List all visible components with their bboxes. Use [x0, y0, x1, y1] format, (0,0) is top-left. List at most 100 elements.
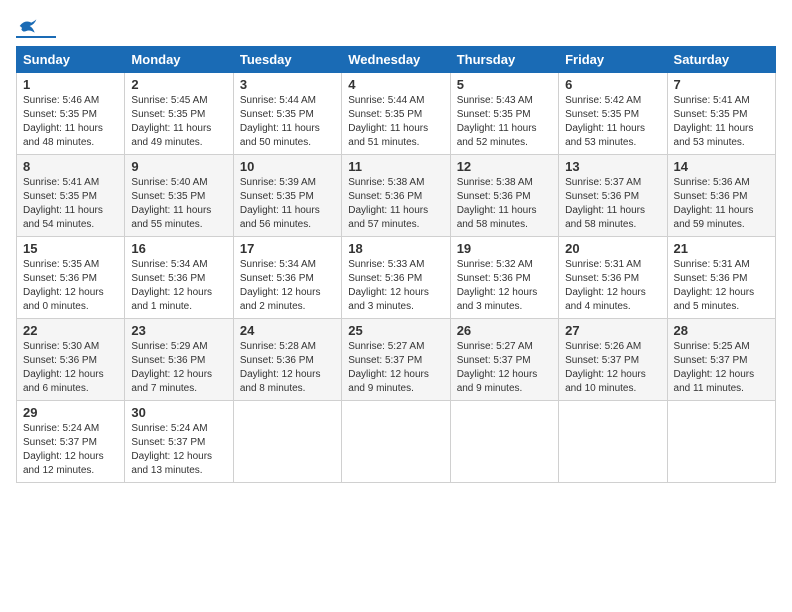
day-number: 4 — [348, 77, 443, 92]
day-of-week-header: Wednesday — [342, 47, 450, 73]
day-info: Sunrise: 5:33 AM Sunset: 5:36 PM Dayligh… — [348, 258, 443, 314]
day-of-week-header: Sunday — [17, 47, 125, 73]
day-number: 28 — [674, 323, 769, 338]
calendar-day-cell: 6Sunrise: 5:42 AM Sunset: 5:35 PM Daylig… — [559, 73, 667, 155]
day-info: Sunrise: 5:43 AM Sunset: 5:35 PM Dayligh… — [457, 94, 552, 150]
day-info: Sunrise: 5:37 AM Sunset: 5:36 PM Dayligh… — [565, 176, 660, 232]
calendar-day-cell — [450, 401, 558, 483]
calendar-day-cell: 10Sunrise: 5:39 AM Sunset: 5:35 PM Dayli… — [233, 155, 341, 237]
calendar-day-cell: 26 Sunrise: 5:27 AM Sunset: 5:37 PM Dayli… — [450, 319, 558, 401]
calendar-day-cell: 21 Sunrise: 5:31 AM Sunset: 5:36 PM Dayli… — [667, 237, 775, 319]
day-info: Sunrise: 5:27 AM Sunset: 5:37 PM Dayligh… — [457, 340, 552, 396]
day-info: Sunrise: 5:44 AM Sunset: 5:35 PM Dayligh… — [348, 94, 443, 150]
day-number: 21 — [674, 241, 769, 256]
day-info: Sunrise: 5:38 AM Sunset: 5:36 PM Dayligh… — [457, 176, 552, 232]
calendar-day-cell — [559, 401, 667, 483]
calendar-day-cell: 11 Sunrise: 5:38 AM Sunset: 5:36 PM Dayli… — [342, 155, 450, 237]
day-info: Sunrise: 5:41 AM Sunset: 5:35 PM Dayligh… — [23, 176, 118, 232]
day-info: Sunrise: 5:25 AM Sunset: 5:37 PM Dayligh… — [674, 340, 769, 396]
day-number: 11 — [348, 159, 443, 174]
calendar-day-cell: 18 Sunrise: 5:33 AM Sunset: 5:36 PM Dayli… — [342, 237, 450, 319]
day-info: Sunrise: 5:28 AM Sunset: 5:36 PM Dayligh… — [240, 340, 335, 396]
day-info: Sunrise: 5:36 AM Sunset: 5:36 PM Dayligh… — [674, 176, 769, 232]
page-header — [16, 16, 776, 38]
calendar-day-cell — [342, 401, 450, 483]
calendar-day-cell: 17 Sunrise: 5:34 AM Sunset: 5:36 PM Dayli… — [233, 237, 341, 319]
calendar-day-cell: 1 Sunrise: 5:46 AM Sunset: 5:35 PM Daylig… — [17, 73, 125, 155]
day-number: 22 — [23, 323, 118, 338]
calendar-day-cell: 30 Sunrise: 5:24 AM Sunset: 5:37 PM Dayli… — [125, 401, 233, 483]
day-number: 12 — [457, 159, 552, 174]
day-number: 7 — [674, 77, 769, 92]
day-info: Sunrise: 5:34 AM Sunset: 5:36 PM Dayligh… — [240, 258, 335, 314]
calendar-week-row: 29 Sunrise: 5:24 AM Sunset: 5:37 PM Dayli… — [17, 401, 776, 483]
day-number: 1 — [23, 77, 118, 92]
day-number: 10 — [240, 159, 335, 174]
day-info: Sunrise: 5:30 AM Sunset: 5:36 PM Dayligh… — [23, 340, 118, 396]
day-info: Sunrise: 5:40 AM Sunset: 5:35 PM Dayligh… — [131, 176, 226, 232]
day-info: Sunrise: 5:35 AM Sunset: 5:36 PM Dayligh… — [23, 258, 118, 314]
day-number: 6 — [565, 77, 660, 92]
day-number: 29 — [23, 405, 118, 420]
day-info: Sunrise: 5:31 AM Sunset: 5:36 PM Dayligh… — [565, 258, 660, 314]
calendar-day-cell: 7 Sunrise: 5:41 AM Sunset: 5:35 PM Daylig… — [667, 73, 775, 155]
day-number: 20 — [565, 241, 660, 256]
day-info: Sunrise: 5:31 AM Sunset: 5:36 PM Dayligh… — [674, 258, 769, 314]
calendar-week-row: 1 Sunrise: 5:46 AM Sunset: 5:35 PM Daylig… — [17, 73, 776, 155]
day-info: Sunrise: 5:46 AM Sunset: 5:35 PM Dayligh… — [23, 94, 118, 150]
logo-bird-icon — [18, 16, 38, 36]
calendar-week-row: 22 Sunrise: 5:30 AM Sunset: 5:36 PM Dayli… — [17, 319, 776, 401]
calendar-week-row: 8 Sunrise: 5:41 AM Sunset: 5:35 PM Daylig… — [17, 155, 776, 237]
day-number: 30 — [131, 405, 226, 420]
calendar-day-cell: 16 Sunrise: 5:34 AM Sunset: 5:36 PM Dayli… — [125, 237, 233, 319]
calendar-day-cell: 15Sunrise: 5:35 AM Sunset: 5:36 PM Dayli… — [17, 237, 125, 319]
day-number: 18 — [348, 241, 443, 256]
day-info: Sunrise: 5:24 AM Sunset: 5:37 PM Dayligh… — [131, 422, 226, 478]
day-info: Sunrise: 5:26 AM Sunset: 5:37 PM Dayligh… — [565, 340, 660, 396]
calendar-day-cell: 29 Sunrise: 5:24 AM Sunset: 5:37 PM Dayli… — [17, 401, 125, 483]
day-number: 25 — [348, 323, 443, 338]
day-of-week-header: Saturday — [667, 47, 775, 73]
day-number: 8 — [23, 159, 118, 174]
calendar-day-cell: 8 Sunrise: 5:41 AM Sunset: 5:35 PM Daylig… — [17, 155, 125, 237]
day-number: 5 — [457, 77, 552, 92]
day-info: Sunrise: 5:24 AM Sunset: 5:37 PM Dayligh… — [23, 422, 118, 478]
day-number: 16 — [131, 241, 226, 256]
day-number: 24 — [240, 323, 335, 338]
calendar-day-cell: 22 Sunrise: 5:30 AM Sunset: 5:36 PM Dayli… — [17, 319, 125, 401]
day-number: 13 — [565, 159, 660, 174]
day-info: Sunrise: 5:41 AM Sunset: 5:35 PM Dayligh… — [674, 94, 769, 150]
day-number: 27 — [565, 323, 660, 338]
calendar-day-cell: 14 Sunrise: 5:36 AM Sunset: 5:36 PM Dayli… — [667, 155, 775, 237]
calendar-day-cell: 3 Sunrise: 5:44 AM Sunset: 5:35 PM Daylig… — [233, 73, 341, 155]
day-number: 14 — [674, 159, 769, 174]
day-number: 9 — [131, 159, 226, 174]
calendar-day-cell: 25 Sunrise: 5:27 AM Sunset: 5:37 PM Dayli… — [342, 319, 450, 401]
calendar-week-row: 15Sunrise: 5:35 AM Sunset: 5:36 PM Dayli… — [17, 237, 776, 319]
day-info: Sunrise: 5:34 AM Sunset: 5:36 PM Dayligh… — [131, 258, 226, 314]
calendar-header-row: SundayMondayTuesdayWednesdayThursdayFrid… — [17, 47, 776, 73]
day-of-week-header: Monday — [125, 47, 233, 73]
day-info: Sunrise: 5:29 AM Sunset: 5:36 PM Dayligh… — [131, 340, 226, 396]
day-number: 3 — [240, 77, 335, 92]
day-of-week-header: Friday — [559, 47, 667, 73]
day-of-week-header: Tuesday — [233, 47, 341, 73]
calendar-day-cell: 28 Sunrise: 5:25 AM Sunset: 5:37 PM Dayli… — [667, 319, 775, 401]
day-number: 23 — [131, 323, 226, 338]
day-number: 19 — [457, 241, 552, 256]
calendar-day-cell — [667, 401, 775, 483]
day-info: Sunrise: 5:45 AM Sunset: 5:35 PM Dayligh… — [131, 94, 226, 150]
calendar-day-cell: 12 Sunrise: 5:38 AM Sunset: 5:36 PM Dayli… — [450, 155, 558, 237]
calendar-day-cell: 27 Sunrise: 5:26 AM Sunset: 5:37 PM Dayli… — [559, 319, 667, 401]
calendar-day-cell: 13 Sunrise: 5:37 AM Sunset: 5:36 PM Dayli… — [559, 155, 667, 237]
calendar-day-cell — [233, 401, 341, 483]
day-number: 26 — [457, 323, 552, 338]
day-info: Sunrise: 5:44 AM Sunset: 5:35 PM Dayligh… — [240, 94, 335, 150]
calendar-day-cell: 20 Sunrise: 5:31 AM Sunset: 5:36 PM Dayli… — [559, 237, 667, 319]
day-number: 17 — [240, 241, 335, 256]
calendar-day-cell: 2Sunrise: 5:45 AM Sunset: 5:35 PM Daylig… — [125, 73, 233, 155]
day-info: Sunrise: 5:38 AM Sunset: 5:36 PM Dayligh… — [348, 176, 443, 232]
day-info: Sunrise: 5:27 AM Sunset: 5:37 PM Dayligh… — [348, 340, 443, 396]
logo — [16, 16, 58, 38]
calendar-day-cell: 19Sunrise: 5:32 AM Sunset: 5:36 PM Dayli… — [450, 237, 558, 319]
